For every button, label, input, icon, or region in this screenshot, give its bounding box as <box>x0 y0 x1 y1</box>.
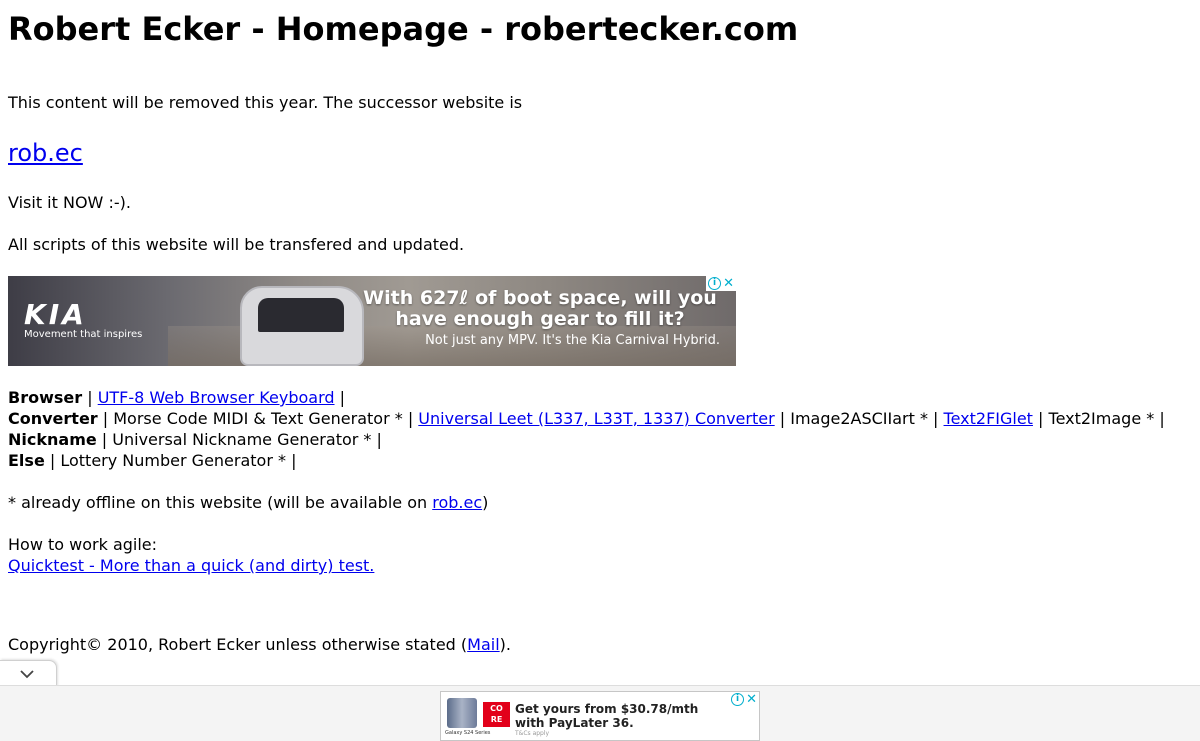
ad-choices-bottom[interactable]: i ✕ <box>729 692 759 707</box>
ad-tagline: Movement that inspires <box>24 329 143 340</box>
collapse-ad-button[interactable] <box>0 660 57 687</box>
category-list: Browser | UTF-8 Web Browser Keyboard | C… <box>8 387 1165 471</box>
offline-note: * already offline on this website (will … <box>8 493 489 512</box>
ad-choices[interactable]: i ✕ <box>706 276 736 291</box>
core-ad[interactable]: Galaxy S24 Series CO RE Get yours from $3… <box>440 691 760 741</box>
agile-heading: How to work agile: <box>8 535 158 554</box>
quicktest-link[interactable]: Quicktest - More than a quick (and dirty… <box>8 555 374 576</box>
tool-label: Text2Image * <box>1048 409 1155 428</box>
copyright-footer: Copyright© 2010, Robert Ecker unless oth… <box>8 635 511 654</box>
core-logo: CO RE <box>483 702 510 727</box>
category-name: Else <box>8 451 45 470</box>
ad-headline: With 627ℓ of boot space, will you have e… <box>363 287 717 330</box>
tool-link[interactable]: Text2FIGlet <box>944 409 1033 428</box>
core-ad-message: Get yours from $30.78/mth with PayLater … <box>515 702 699 730</box>
kia-logo: KIA <box>24 298 87 331</box>
info-icon[interactable]: i <box>731 693 745 706</box>
close-icon[interactable]: ✕ <box>723 277 734 290</box>
page-title: Robert Ecker - Homepage - robertecker.co… <box>8 10 799 48</box>
intro-text: This content will be removed this year. … <box>8 93 523 112</box>
phone-image <box>447 698 477 728</box>
tool-label: Universal Nickname Generator * <box>112 430 372 449</box>
phone-caption: Galaxy S24 Series <box>445 730 491 736</box>
tool-link[interactable]: Universal Leet (L337, L33T, 1337) Conver… <box>418 409 774 428</box>
tool-label: Image2ASCIIart * <box>790 409 928 428</box>
category-name: Nickname <box>8 430 97 449</box>
category-row: Browser | UTF-8 Web Browser Keyboard | <box>8 388 345 407</box>
ad-car-trunk <box>258 298 344 332</box>
category-row: Else | Lottery Number Generator * | <box>8 451 297 470</box>
successor-site-link[interactable]: rob.ec <box>8 138 83 168</box>
ad-subline: Not just any MPV. It's the Kia Carnival … <box>425 333 720 348</box>
mail-link[interactable]: Mail <box>467 635 500 654</box>
transfer-text: All scripts of this website will be tran… <box>8 235 465 254</box>
ad-fine-print: T&Cs apply <box>515 730 550 737</box>
tool-label: Lottery Number Generator * <box>60 451 286 470</box>
tool-label: Morse Code MIDI & Text Generator * <box>113 409 403 428</box>
tool-link[interactable]: UTF-8 Web Browser Keyboard <box>98 388 335 407</box>
category-row: Nickname | Universal Nickname Generator … <box>8 430 382 449</box>
chevron-down-icon <box>20 670 34 679</box>
kia-ad-banner[interactable]: KIA Movement that inspires With 627ℓ of … <box>8 276 736 366</box>
category-row: Converter | Morse Code MIDI & Text Gener… <box>8 409 1165 428</box>
info-icon[interactable]: i <box>708 277 722 290</box>
anchor-ad-bar: Galaxy S24 Series CO RE Get yours from $3… <box>0 685 1200 741</box>
category-name: Converter <box>8 409 98 428</box>
close-icon[interactable]: ✕ <box>746 693 757 706</box>
category-name: Browser <box>8 388 83 407</box>
offline-note-link[interactable]: rob.ec <box>432 493 482 512</box>
visit-text: Visit it NOW :-). <box>8 193 131 212</box>
